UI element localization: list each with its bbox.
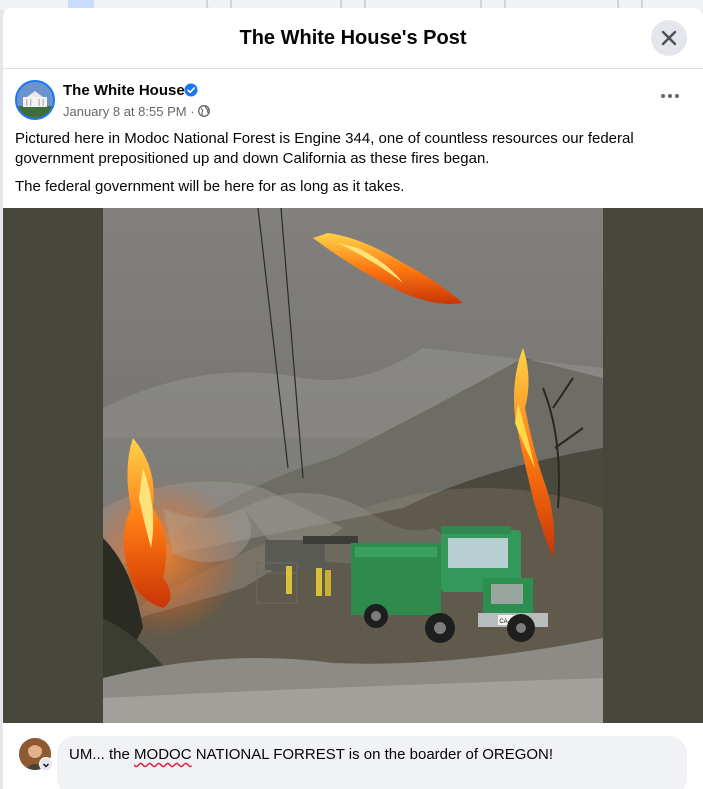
- post-text-paragraph-1: Pictured here in Modoc National Forest i…: [15, 130, 634, 167]
- author-name[interactable]: The White House: [63, 82, 185, 99]
- dialog-header: The White House's Post: [3, 8, 703, 69]
- page-avatar[interactable]: [15, 80, 55, 120]
- more-options-icon: [661, 94, 665, 98]
- comment-input[interactable]: UM... the MODOC NATIONAL FORREST is on t…: [57, 736, 687, 789]
- wildfire-fire-engine-photo: CA-MDF: [103, 208, 603, 723]
- more-options-button[interactable]: [659, 90, 687, 104]
- comment-text-part-2: NATIONAL FORREST is on the boarder of OR…: [191, 746, 554, 763]
- comment-text-part-1: UM... the: [69, 746, 135, 763]
- post-meta: January 8 at 8:55 PM ·: [63, 104, 195, 119]
- comment-text-misspelled: MODOC: [134, 746, 192, 763]
- comment-text: UM... the MODOC NATIONAL FORREST is on t…: [69, 746, 553, 763]
- globe-icon[interactable]: [198, 105, 210, 117]
- close-icon: [661, 30, 677, 46]
- post-timestamp[interactable]: January 8 at 8:55 PM: [63, 104, 187, 119]
- dialog-title: The White House's Post: [239, 27, 467, 49]
- white-house-logo: [17, 82, 53, 118]
- post-text-paragraph-2: The federal government will be here for …: [15, 178, 405, 195]
- meta-separator: ·: [190, 104, 195, 119]
- verified-badge-icon: [184, 83, 198, 97]
- profile-switch-chevron-icon[interactable]: [39, 757, 53, 771]
- post-photo[interactable]: CA-MDF: [103, 208, 603, 723]
- close-button[interactable]: [651, 20, 687, 56]
- post-dialog: The White House's Post The White House J…: [3, 8, 703, 789]
